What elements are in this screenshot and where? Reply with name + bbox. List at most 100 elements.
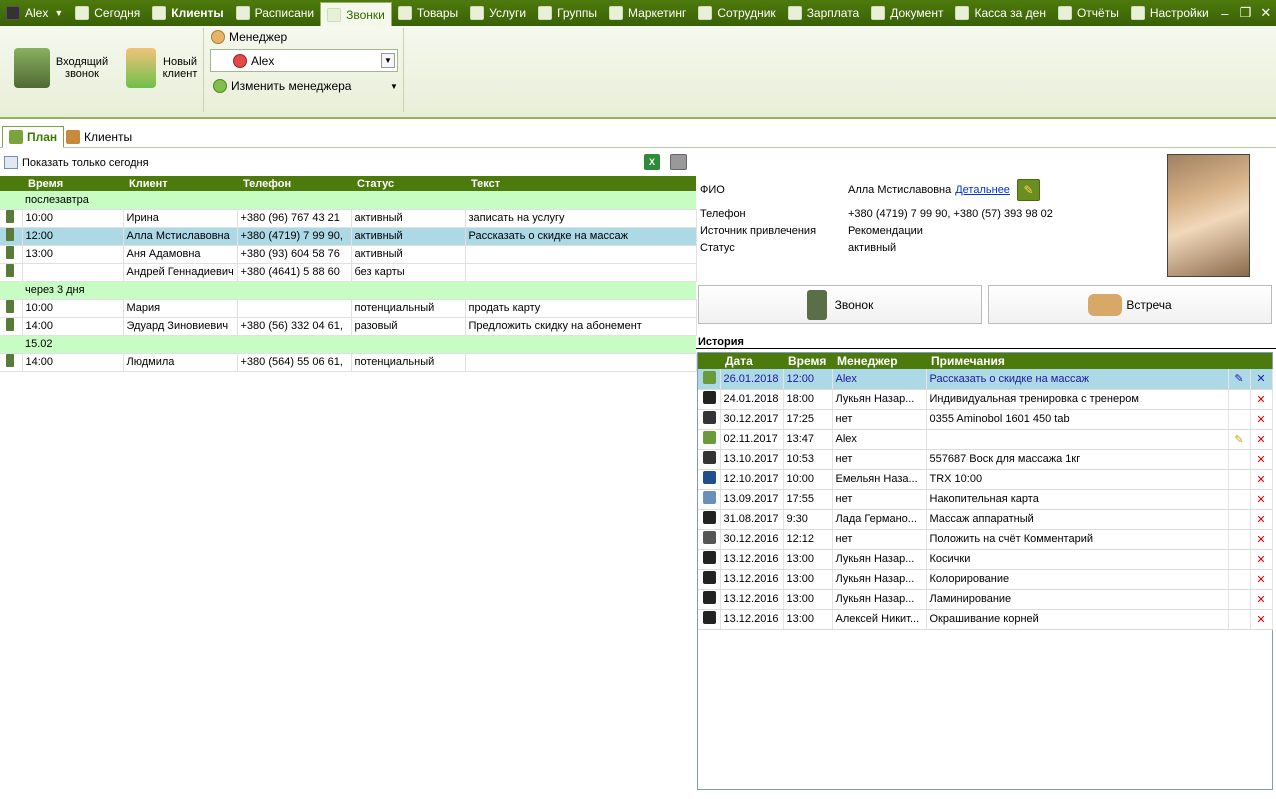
plan-row[interactable]: 12:00 Алла Мстиславовна +380 (4719) 7 99 9… — [0, 227, 697, 246]
nav-item-reports[interactable]: Отчёты — [1052, 0, 1125, 26]
history-header-cell[interactable]: Дата — [720, 353, 783, 369]
plan-row[interactable]: 10:00 Мария потенциальный продать карту — [0, 299, 697, 318]
history-cell-manager: Лукьян Назар... — [832, 549, 927, 570]
nav-item-staff[interactable]: Сотрудник — [692, 0, 781, 26]
history-row[interactable]: 31.08.2017 9:30 Лада Германо... Массаж аппа… — [698, 509, 1273, 530]
plan-row[interactable]: 14:00 Людмила +380 (564) 55 06 61, потенциа… — [0, 353, 697, 372]
today-icon — [75, 6, 90, 20]
history-cell-time: 9:30 — [783, 509, 833, 530]
history-cell-time: 13:00 — [783, 569, 833, 590]
plan-row-icon-cell — [0, 263, 23, 282]
history-row[interactable]: 13.12.2016 13:00 Лукьян Назар... Ламинирова… — [698, 589, 1273, 610]
plan-cell-client: Алла Мстиславовна — [123, 227, 238, 246]
delete-icon[interactable]: ✕ — [1250, 589, 1273, 610]
plan-group-row: 15.02 — [0, 335, 696, 354]
history-row[interactable]: 13.09.2017 17:55 нет Накопительная карта ✕ — [698, 489, 1273, 510]
plan-header-cell[interactable]: Текст — [465, 176, 696, 191]
history-row[interactable]: 24.01.2018 18:00 Лукьян Назар... Индивидуал… — [698, 389, 1273, 410]
history-row[interactable]: 12.10.2017 10:00 Емельян Наза... TRX 10:00 ✕ — [698, 469, 1273, 490]
marketing-icon — [609, 6, 624, 20]
delete-icon[interactable]: ✕ — [1250, 389, 1273, 410]
nav-item-today[interactable]: Сегодня — [69, 0, 146, 26]
plan-header-cell[interactable]: Статус — [351, 176, 465, 191]
plan-row-icon-cell — [0, 227, 23, 246]
delete-icon[interactable]: ✕ — [1250, 489, 1273, 510]
edit-client-button[interactable]: ✎ — [1017, 179, 1040, 201]
nav-item-label: Сотрудник — [717, 6, 776, 20]
delete-icon[interactable]: ✕ — [1250, 509, 1273, 530]
history-row[interactable]: 13.12.2016 13:00 Лукьян Назар... Косички ✕ — [698, 549, 1273, 570]
nav-item-goods[interactable]: Товары — [392, 0, 464, 26]
nav-item-clients[interactable]: Клиенты — [146, 0, 229, 26]
history-row[interactable]: 30.12.2016 12:12 нет Положить на счёт Комме… — [698, 529, 1273, 550]
history-icon-cell — [698, 509, 721, 530]
phone-icon — [6, 246, 14, 259]
nav-item-cashbox[interactable]: Касса за ден — [949, 0, 1051, 26]
manager-select[interactable]: Alex ▼ — [210, 49, 398, 72]
delete-icon[interactable]: ✕ — [1250, 409, 1273, 430]
plan-header-cell[interactable]: Телефон — [237, 176, 351, 191]
plan-row[interactable]: 14:00 Эдуард Зиновиевич +380 (56) 332 04 6… — [0, 317, 697, 336]
user-menu[interactable]: Alex ▼ — [0, 0, 69, 26]
delete-icon[interactable]: ✕ — [1250, 569, 1273, 590]
history-row[interactable]: 26.01.2018 12:00 Alex Рассказать о скидке н… — [698, 369, 1273, 390]
delete-icon[interactable]: ✕ — [1250, 609, 1273, 630]
incoming-call-button[interactable]: Входящий звонок — [14, 48, 110, 88]
history-icon-cell — [698, 449, 721, 470]
tab-plan[interactable]: План — [2, 126, 65, 148]
close-window-button[interactable]: ✕ — [1256, 0, 1276, 26]
plan-header-cell[interactable]: Клиент — [123, 176, 237, 191]
print-icon[interactable] — [670, 154, 687, 170]
history-icon-cell — [698, 609, 721, 630]
plan-row[interactable]: 10:00 Ирина +380 (96) 767 43 21 активный зап… — [0, 209, 697, 228]
delete-icon[interactable]: ✕ — [1250, 429, 1273, 450]
plan-group-row: через 3 дня — [0, 281, 696, 300]
nav-item-calls[interactable]: Звонки — [320, 2, 392, 26]
nav-item-label: Зарплата — [806, 6, 860, 20]
show-today-toggle[interactable]: Показать только сегодня — [4, 156, 149, 169]
nav-item-settings[interactable]: Настройки — [1125, 0, 1215, 26]
details-link[interactable]: Детальнее — [955, 184, 1010, 196]
chevron-down-icon: ▼ — [54, 8, 64, 18]
nav-item-label: Группы — [557, 6, 598, 20]
history-cell-time: 13:00 — [783, 589, 833, 610]
nav-item-document[interactable]: Документ — [865, 0, 949, 26]
plan-cell-status: разовый — [351, 317, 466, 336]
new-client-button[interactable]: Новый клиент — [126, 48, 200, 88]
restore-button[interactable]: ❐ — [1235, 0, 1255, 26]
nav-item-marketing[interactable]: Маркетинг — [603, 0, 692, 26]
excel-export-icon[interactable]: X — [644, 154, 660, 170]
ribbon-separator — [203, 28, 204, 112]
plan-row[interactable]: Андрей Геннадиевич +380 (4641) 5 88 60 без… — [0, 263, 697, 282]
plan-group-row: послезавтра — [0, 191, 696, 210]
minimize-button[interactable]: – — [1215, 0, 1235, 26]
history-row[interactable]: 02.11.2017 13:47 Alex ✎ ✕ — [698, 429, 1273, 450]
history-header-cell[interactable]: Примечания — [926, 353, 1228, 369]
delete-icon[interactable]: ✕ — [1250, 529, 1273, 550]
delete-icon[interactable]: ✕ — [1250, 549, 1273, 570]
delete-icon[interactable]: ✕ — [1250, 449, 1273, 470]
history-row[interactable]: 13.12.2016 13:00 Алексей Никит... Окрашиван… — [698, 609, 1273, 630]
history-row[interactable]: 30.12.2017 17:25 нет 0355 Aminobol 1601 450… — [698, 409, 1273, 430]
history-row[interactable]: 13.10.2017 10:53 нет 557687 Воск для массаж… — [698, 449, 1273, 470]
nav-item-salary[interactable]: Зарплата — [782, 0, 866, 26]
plan-header-cell[interactable]: Время — [22, 176, 123, 191]
plan-cell-phone: +380 (96) 767 43 21 — [237, 209, 352, 228]
meeting-button[interactable]: Встреча — [988, 285, 1272, 324]
dropdown-arrow-icon[interactable]: ▼ — [381, 53, 395, 68]
tab-clients[interactable]: Клиенты — [60, 126, 138, 148]
document-icon — [871, 6, 886, 20]
delete-icon[interactable]: ✕ — [1250, 469, 1273, 490]
history-header-cell[interactable]: Время — [783, 353, 832, 369]
nav-item-schedule[interactable]: Расписани — [230, 0, 320, 26]
history-header-cell[interactable]: Менеджер — [832, 353, 926, 369]
nav-item-services[interactable]: Услуги — [464, 0, 532, 26]
change-manager-button[interactable]: Изменить менеджера ▼ — [213, 79, 398, 93]
edit-pencil-icon[interactable]: ✎ — [1228, 429, 1251, 450]
edit-pencil-icon[interactable]: ✎ — [1228, 369, 1251, 390]
plan-row[interactable]: 13:00 Аня Адамовна +380 (93) 604 58 76 акти… — [0, 245, 697, 264]
nav-item-groups[interactable]: Группы — [532, 0, 603, 26]
history-row[interactable]: 13.12.2016 13:00 Лукьян Назар... Колорирова… — [698, 569, 1273, 590]
delete-icon[interactable]: ✕ — [1250, 369, 1273, 390]
call-button[interactable]: Звонок — [698, 285, 982, 324]
